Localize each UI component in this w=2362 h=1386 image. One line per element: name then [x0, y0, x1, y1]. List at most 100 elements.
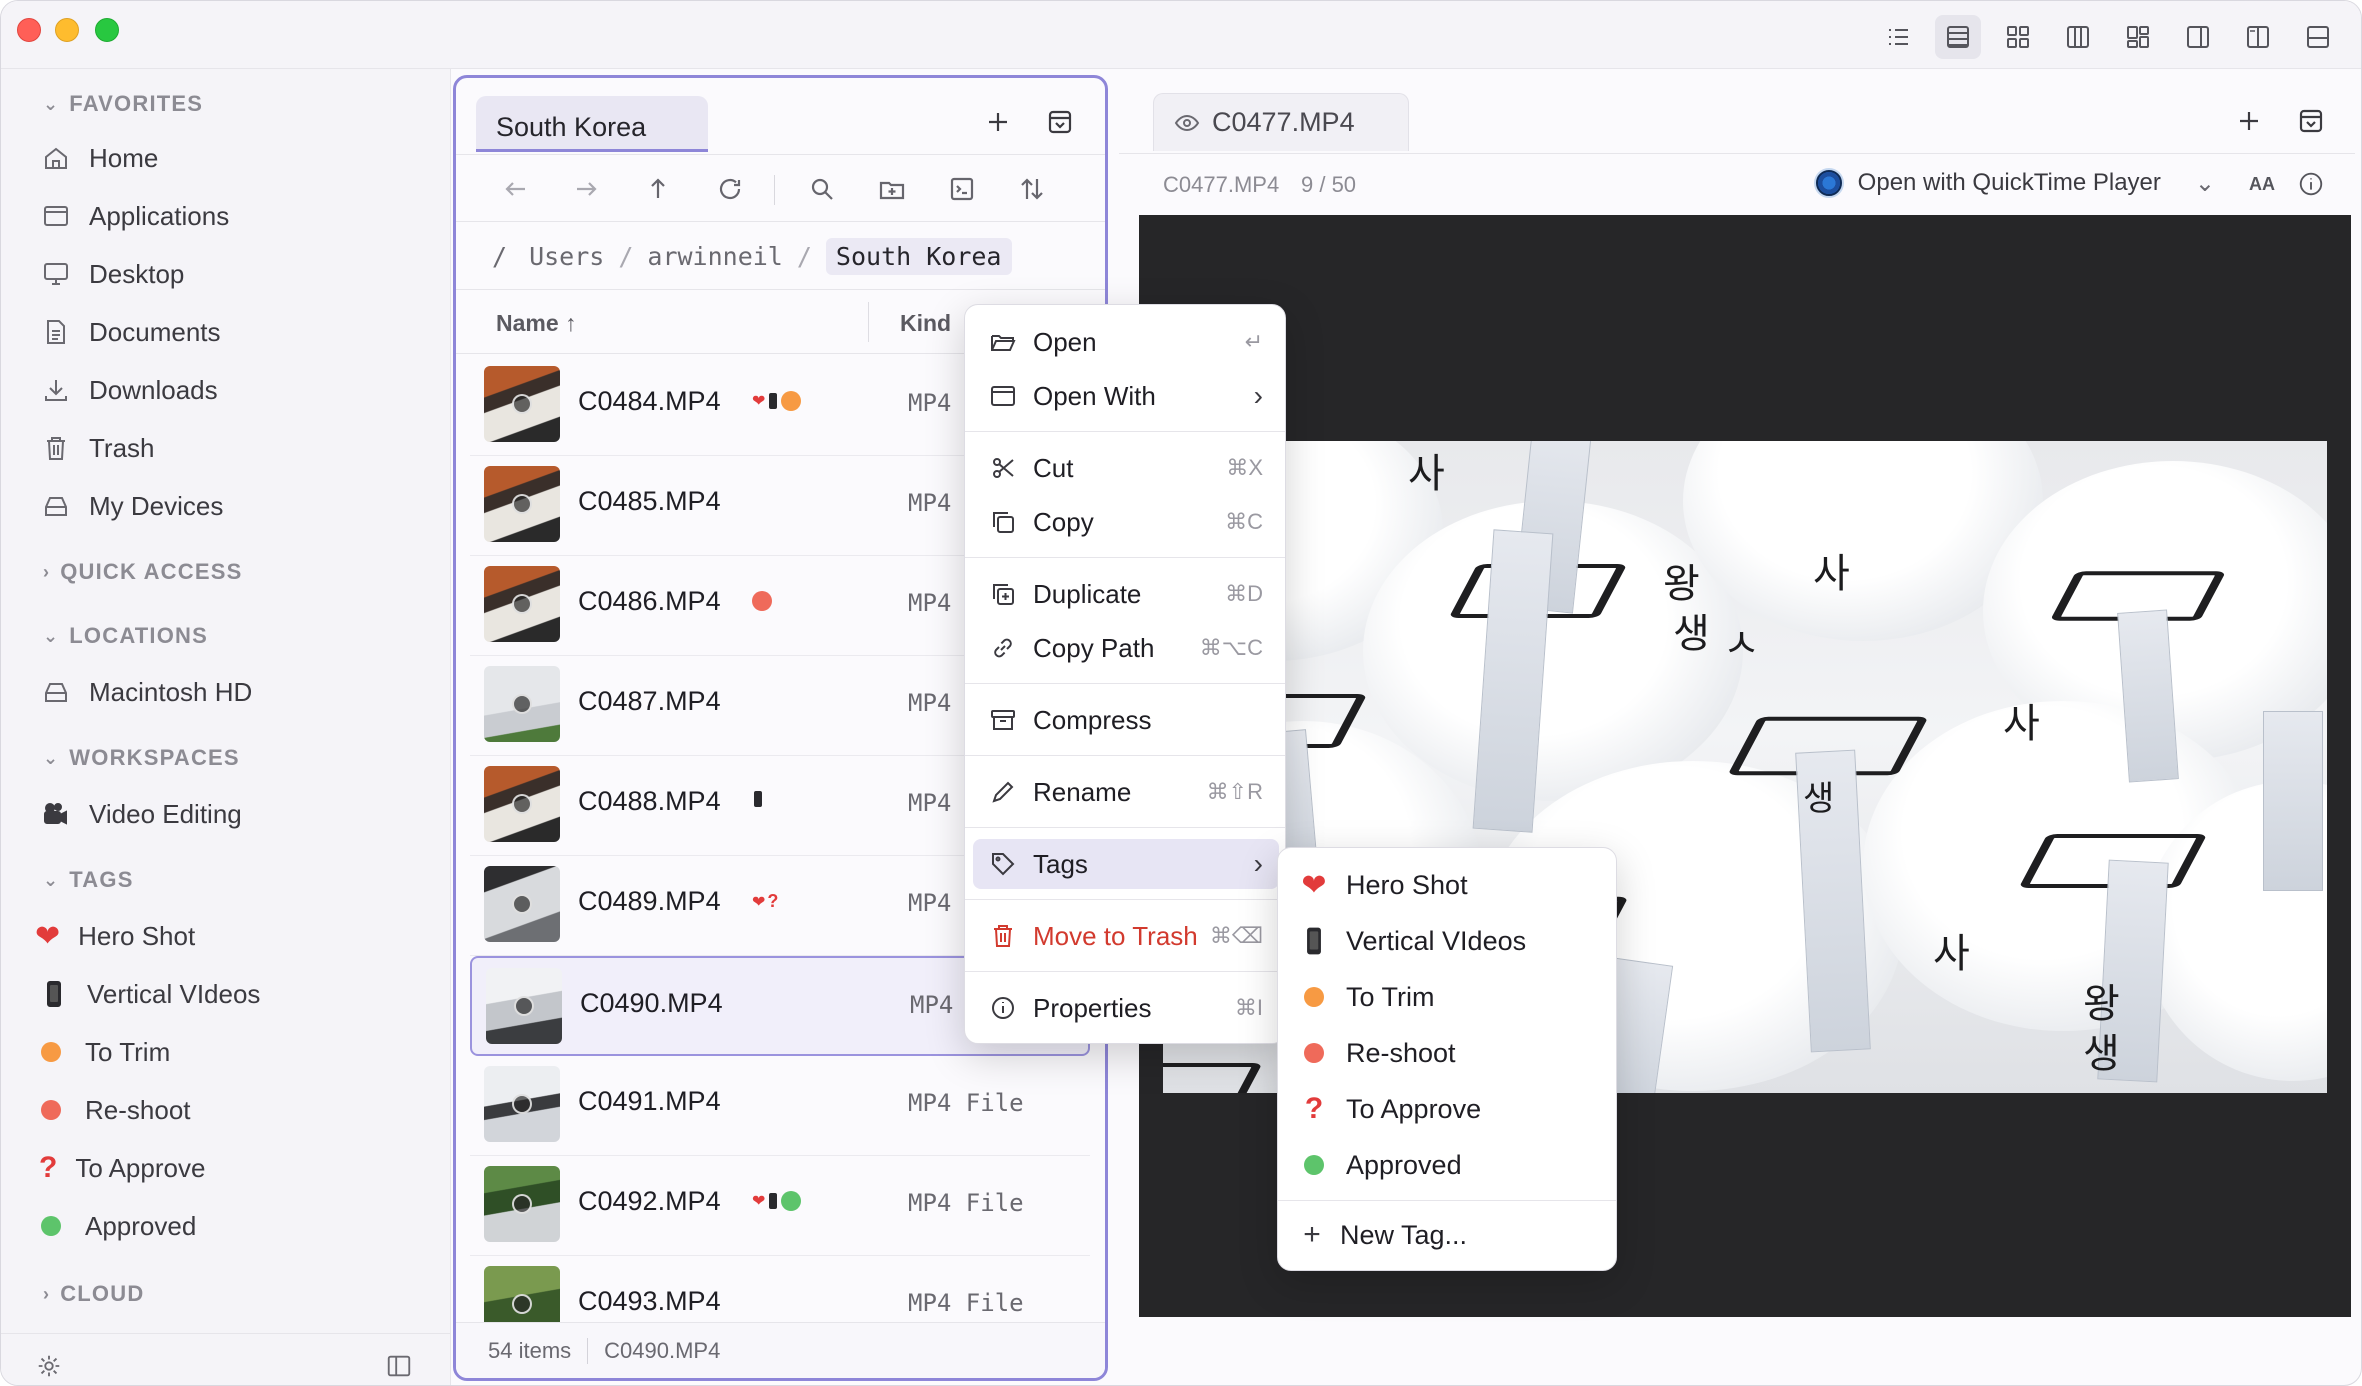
submenu-tag-to-approve[interactable]: ? To Approve: [1298, 1084, 1481, 1134]
video-thumbnail: [484, 1066, 560, 1142]
play-icon: [512, 1094, 532, 1114]
tags-section-header[interactable]: ⌄ TAGS: [43, 867, 134, 893]
menu-item-tags[interactable]: Tags ›: [973, 839, 1279, 889]
submenu-tag-hero-shot[interactable]: ❤ Hero Shot: [1298, 860, 1467, 910]
locations-section-header[interactable]: ⌄ LOCATIONS: [43, 623, 208, 649]
new-folder-button[interactable]: [870, 167, 914, 211]
sidebar-tag-hero-shot[interactable]: ❤ Hero Shot: [35, 911, 195, 961]
play-icon: [512, 494, 532, 514]
name-column-header[interactable]: Name ↑: [496, 310, 577, 337]
split-view-icon[interactable]: [2235, 15, 2281, 59]
sidebar-tag-re-shoot[interactable]: Re-shoot: [37, 1085, 191, 1135]
folder-plus-icon: [879, 181, 905, 200]
sidebar-item-applications[interactable]: Applications: [41, 191, 229, 241]
menu-item-duplicate[interactable]: Duplicate ⌘D: [973, 569, 1279, 619]
file-tags: [752, 591, 772, 611]
gear-icon[interactable]: [35, 1352, 63, 1380]
submenu-tag-vertical-videos[interactable]: Vertical VIdeos: [1298, 916, 1526, 966]
window-icon: [991, 386, 1015, 406]
menu-item-compress[interactable]: Compress: [973, 695, 1279, 745]
sort-button[interactable]: [1010, 167, 1054, 211]
menu-item-open-with[interactable]: Open With ›: [973, 371, 1279, 421]
toggle-right-panel-icon[interactable]: [2175, 15, 2221, 59]
gallery-view-icon[interactable]: [2115, 15, 2161, 59]
terminal-icon: [950, 177, 974, 201]
submenu-new-tag[interactable]: + New Tag...: [1300, 1210, 1467, 1260]
monitor-icon: [44, 263, 68, 285]
toggle-bottom-panel-icon[interactable]: [2295, 15, 2341, 59]
forward-button[interactable]: [564, 167, 608, 211]
parent-folder-button[interactable]: [636, 167, 680, 211]
file-name: C0484.MP4: [578, 386, 721, 416]
minimize-window-button[interactable]: [55, 18, 79, 42]
preview-tab-menu-button[interactable]: [2289, 99, 2333, 143]
text-size-button[interactable]: AA: [2249, 174, 2275, 195]
view-switcher: [1875, 15, 2341, 59]
menu-item-move-to-trash[interactable]: Move to Trash ⌘⌫: [973, 911, 1279, 961]
terminal-button[interactable]: [940, 167, 984, 211]
file-kind: MP4 File: [908, 1289, 1024, 1317]
submenu-tag-to-trim[interactable]: To Trim: [1298, 972, 1435, 1022]
collapse-sidebar-icon[interactable]: [385, 1352, 413, 1380]
submenu-tag-re-shoot[interactable]: Re-shoot: [1298, 1028, 1456, 1078]
workspaces-section-header[interactable]: ⌄ WORKSPACES: [43, 745, 240, 771]
sidebar-item-video-editing[interactable]: Video Editing: [41, 789, 242, 839]
kind-column-header[interactable]: Kind: [900, 310, 951, 337]
menu-item-open[interactable]: Open ↵: [973, 317, 1279, 367]
menu-item-rename[interactable]: Rename ⌘⇧R: [973, 767, 1279, 817]
play-icon: [512, 394, 532, 414]
file-row[interactable]: C0491.MP4 MP4 File: [470, 1056, 1090, 1156]
video-thumbnail: [484, 866, 560, 942]
tab-menu-button[interactable]: [1038, 100, 1082, 144]
sidebar-tag-to-trim[interactable]: To Trim: [37, 1027, 170, 1077]
detail-view-icon[interactable]: [1935, 15, 1981, 59]
sidebar-item-documents[interactable]: Documents: [41, 307, 221, 357]
submenu-tag-approved[interactable]: Approved: [1298, 1140, 1462, 1190]
new-tab-button[interactable]: [976, 100, 1020, 144]
plus-icon: +: [1303, 1218, 1321, 1251]
grid-view-icon[interactable]: [1995, 15, 2041, 59]
menu-item-cut[interactable]: Cut ⌘X: [973, 443, 1279, 493]
context-menu: Open ↵ Open With › Cut ⌘X Copy ⌘C Duplic…: [964, 304, 1286, 1044]
back-button[interactable]: [494, 167, 538, 211]
menu-item-properties[interactable]: Properties ⌘I: [973, 983, 1279, 1033]
open-with-dropdown[interactable]: Open with QuickTime Player ⌄: [1813, 168, 2215, 198]
sidebar-tag-vertical-videos[interactable]: Vertical VIdeos: [39, 969, 260, 1019]
zoom-window-button[interactable]: [95, 18, 119, 42]
sidebar-item-macintosh-hd[interactable]: Macintosh HD: [41, 667, 252, 717]
breadcrumb-users[interactable]: Users: [529, 242, 604, 271]
favorites-section-header[interactable]: ⌄ FAVORITES: [43, 91, 203, 117]
breadcrumb-arwinneil[interactable]: arwinneil: [647, 242, 782, 271]
orange-dot-icon: [781, 391, 802, 411]
column-view-icon[interactable]: [2055, 15, 2101, 59]
sidebar-item-my-devices[interactable]: My Devices: [41, 481, 223, 531]
refresh-button[interactable]: [708, 167, 752, 211]
close-window-button[interactable]: [17, 18, 41, 42]
sidebar-tag-to-approve[interactable]: ? To Approve: [39, 1143, 205, 1193]
preview-new-tab-button[interactable]: [2227, 99, 2271, 143]
list-view-icon[interactable]: [1875, 15, 1921, 59]
info-icon[interactable]: [2297, 170, 2325, 198]
video-thumbnail: [484, 766, 560, 842]
sidebar-item-desktop[interactable]: Desktop: [41, 249, 184, 299]
quick-access-section-header[interactable]: › QUICK ACCESS: [43, 559, 242, 585]
plus-icon: [2240, 112, 2258, 130]
cloud-section-header[interactable]: › CLOUD: [43, 1281, 144, 1307]
menu-item-copy-path[interactable]: Copy Path ⌘⌥C: [973, 623, 1279, 673]
menu-item-copy[interactable]: Copy ⌘C: [973, 497, 1279, 547]
play-icon: [512, 594, 532, 614]
sidebar-item-trash[interactable]: Trash: [41, 423, 155, 473]
breadcrumb-current[interactable]: South Korea: [825, 238, 1012, 275]
sidebar-item-downloads[interactable]: Downloads: [41, 365, 218, 415]
preview-tab[interactable]: C0477.MP4: [1153, 93, 1409, 151]
file-row[interactable]: C0492.MP4 ❤ MP4 File: [470, 1156, 1090, 1256]
breadcrumb-root[interactable]: /: [492, 242, 507, 271]
chevron-down-icon: ⌄: [43, 747, 60, 768]
refresh-icon: [719, 178, 741, 200]
search-button[interactable]: [800, 167, 844, 211]
sidebar-item-home[interactable]: Home: [41, 133, 158, 183]
info-icon: [992, 997, 1014, 1019]
arrow-up-icon: [651, 178, 665, 198]
sidebar-tag-approved[interactable]: Approved: [37, 1201, 196, 1251]
tab-south-korea[interactable]: South Korea: [476, 96, 708, 152]
